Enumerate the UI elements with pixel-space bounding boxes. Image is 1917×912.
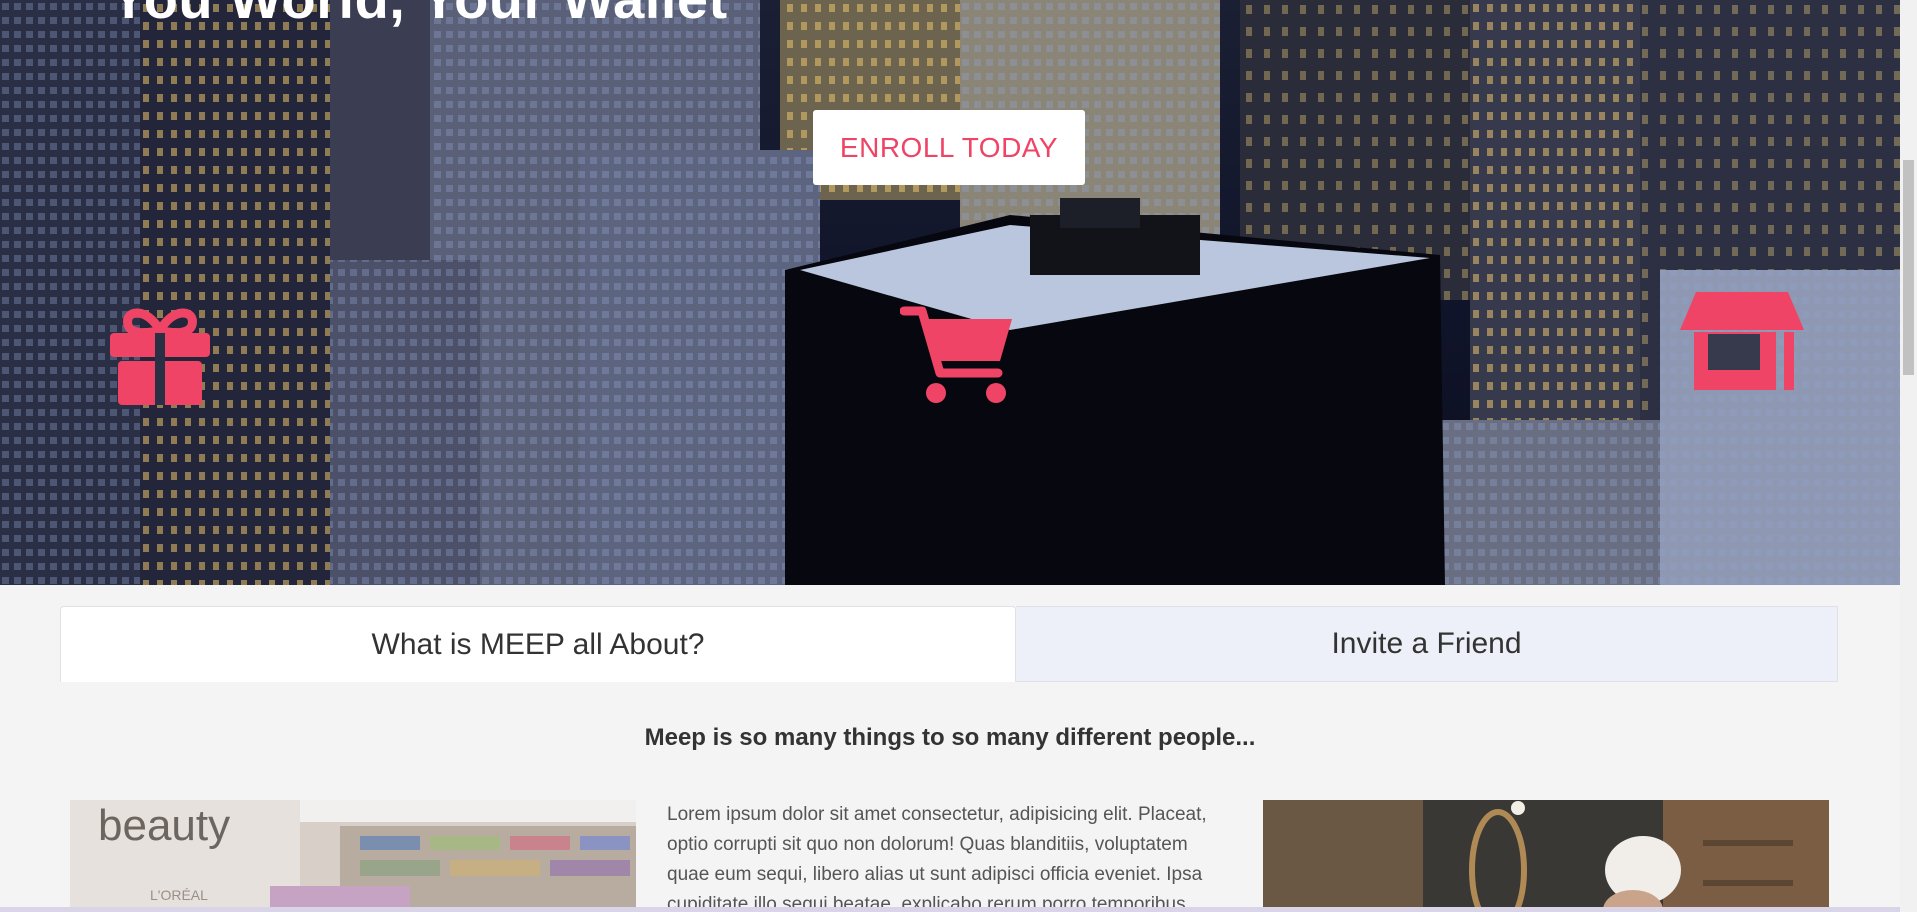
- tab-invite-friend[interactable]: Invite a Friend: [1016, 606, 1838, 682]
- store-icon: [1678, 288, 1806, 392]
- enroll-today-button[interactable]: ENROLL TODAY: [813, 110, 1085, 185]
- bottom-edge-strip: [0, 907, 1900, 912]
- spa-woman-photo: [1263, 800, 1829, 912]
- city-skyline-background: [0, 0, 1900, 585]
- section-heading: Meep is so many things to so many differ…: [644, 724, 1256, 751]
- beauty-store-sign: beauty: [98, 801, 230, 850]
- scrollbar-thumb[interactable]: [1903, 160, 1914, 375]
- tab-what-is-meep[interactable]: What is MEEP all About?: [60, 606, 1016, 682]
- brand-sign: L'ORÉAL: [150, 887, 208, 903]
- hero-title: You World, Your Wallet: [110, 0, 728, 31]
- beauty-store-photo: beauty L'ORÉAL: [70, 800, 636, 912]
- page-scrollbar[interactable]: [1900, 0, 1917, 912]
- intro-paragraph: Lorem ipsum dolor sit amet consectetur, …: [667, 804, 1207, 912]
- hero-banner: You World, Your Wallet ENROLL TODAY: [0, 0, 1900, 585]
- gift-icon: [108, 303, 212, 405]
- cart-icon: [900, 303, 1016, 405]
- info-tabs: What is MEEP all About? Invite a Friend: [60, 606, 1838, 682]
